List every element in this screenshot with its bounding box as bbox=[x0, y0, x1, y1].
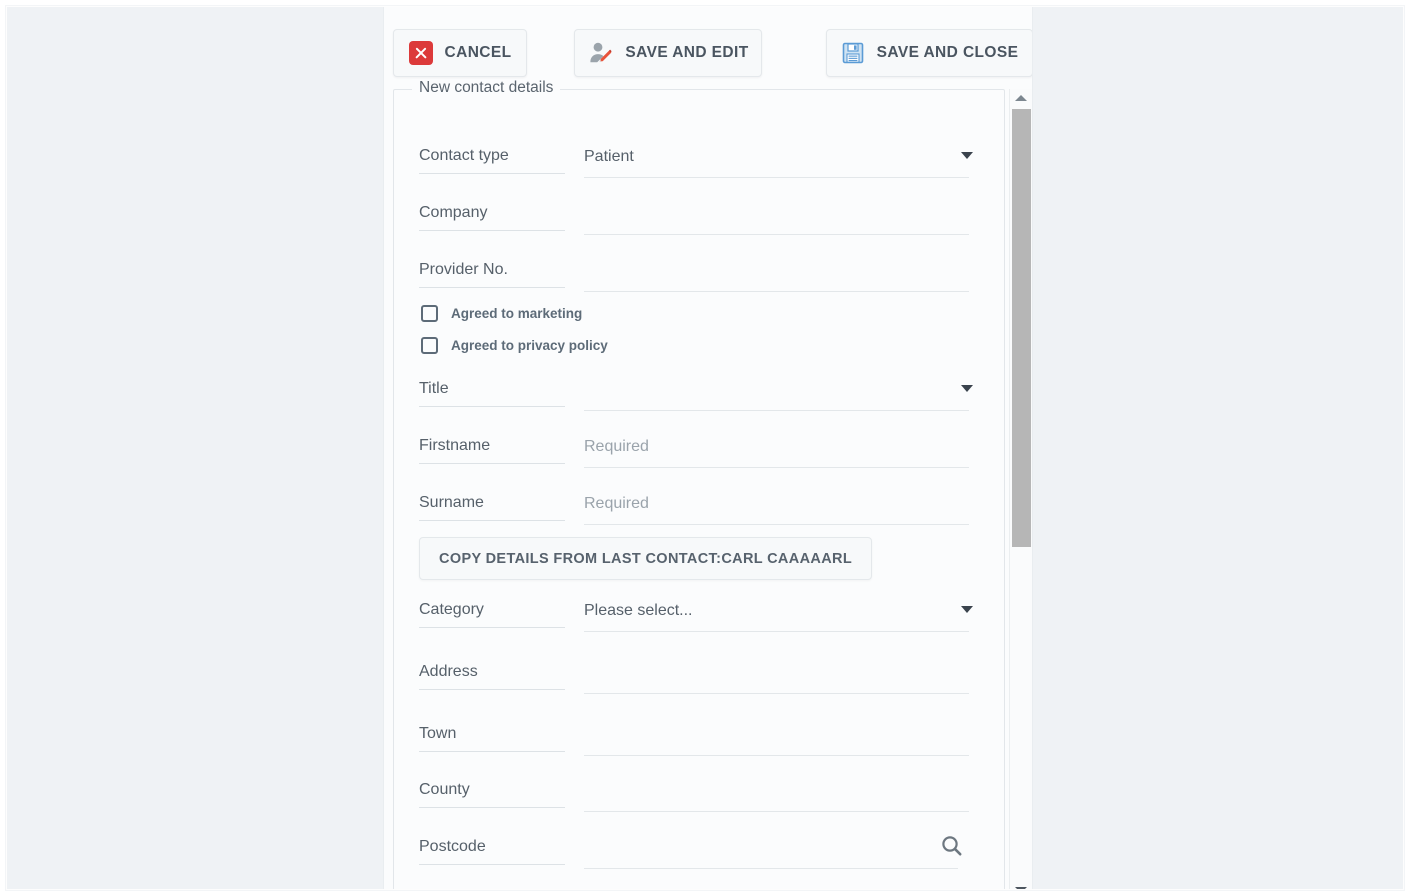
save-and-close-button-label: SAVE AND CLOSE bbox=[876, 44, 1019, 61]
field-row-postcode: Postcode bbox=[394, 833, 1006, 889]
checkbox-agreed-to-privacy-policy[interactable]: Agreed to privacy policy bbox=[421, 337, 608, 354]
town-input[interactable] bbox=[584, 722, 969, 756]
floppy-disk-save-icon bbox=[841, 41, 865, 65]
scroll-up-button[interactable] bbox=[1010, 89, 1032, 107]
town-label: Town bbox=[419, 722, 565, 752]
field-row-county: County bbox=[394, 778, 1006, 835]
contact-type-select[interactable]: Patient bbox=[584, 144, 969, 178]
chevron-down-icon[interactable] bbox=[961, 152, 973, 159]
fieldset-legend: New contact details bbox=[412, 79, 561, 97]
field-row-address: Address bbox=[394, 660, 1006, 717]
form-scrollbar[interactable] bbox=[1009, 89, 1032, 889]
firstname-input[interactable]: Required bbox=[584, 434, 969, 468]
chevron-down-icon[interactable] bbox=[961, 385, 973, 392]
app-background: CANCEL SAVE AND EDIT SAVE AND CLOSE New … bbox=[6, 6, 1404, 890]
postcode-label: Postcode bbox=[419, 835, 565, 865]
checkbox-box-icon bbox=[421, 337, 438, 354]
search-icon[interactable] bbox=[939, 833, 967, 861]
field-row-company: Company bbox=[394, 201, 1006, 258]
save-and-close-button[interactable]: SAVE AND CLOSE bbox=[826, 29, 1032, 77]
category-select[interactable]: Please select... bbox=[584, 598, 969, 632]
save-and-edit-button[interactable]: SAVE AND EDIT bbox=[574, 29, 762, 77]
field-row-firstname: Firstname Required bbox=[394, 434, 1006, 491]
scroll-down-button[interactable] bbox=[1010, 881, 1032, 889]
user-edit-icon bbox=[587, 40, 613, 66]
county-input[interactable] bbox=[584, 778, 969, 812]
company-label: Company bbox=[419, 201, 565, 231]
checkbox-box-icon bbox=[421, 305, 438, 322]
cancel-button[interactable]: CANCEL bbox=[393, 29, 527, 77]
county-label: County bbox=[419, 778, 565, 808]
category-label: Category bbox=[419, 598, 565, 628]
surname-label: Surname bbox=[419, 491, 565, 521]
checkbox-agreed-to-marketing[interactable]: Agreed to marketing bbox=[421, 305, 582, 322]
provider-no-label: Provider No. bbox=[419, 258, 565, 288]
save-and-edit-button-label: SAVE AND EDIT bbox=[625, 44, 749, 61]
checkbox-agreed-to-privacy-policy-label: Agreed to privacy policy bbox=[451, 338, 608, 353]
surname-input[interactable]: Required bbox=[584, 491, 969, 525]
field-row-contact-type: Contact type Patient bbox=[394, 144, 1006, 201]
triangle-down-icon bbox=[1015, 887, 1027, 889]
new-contact-dialog: CANCEL SAVE AND EDIT SAVE AND CLOSE New … bbox=[383, 7, 1033, 889]
close-icon bbox=[408, 41, 433, 65]
firstname-label: Firstname bbox=[419, 434, 565, 464]
address-label: Address bbox=[419, 660, 565, 690]
contact-type-label: Contact type bbox=[419, 144, 565, 174]
triangle-up-icon bbox=[1015, 95, 1027, 101]
copy-details-from-last-contact-button[interactable]: COPY DETAILS FROM LAST CONTACT:CARL CAAA… bbox=[419, 537, 873, 580]
checkbox-agreed-to-marketing-label: Agreed to marketing bbox=[451, 306, 583, 321]
provider-no-input[interactable] bbox=[584, 258, 969, 292]
field-row-town: Town bbox=[394, 722, 1006, 779]
field-row-title: Title bbox=[394, 377, 1006, 434]
title-label: Title bbox=[419, 377, 565, 407]
new-contact-details-fieldset: New contact details Contact type Patient… bbox=[393, 79, 1006, 889]
dialog-toolbar: CANCEL SAVE AND EDIT SAVE AND CLOSE bbox=[384, 7, 1032, 85]
address-input[interactable] bbox=[584, 660, 969, 694]
title-select[interactable] bbox=[584, 377, 969, 411]
postcode-input[interactable] bbox=[584, 835, 958, 869]
cancel-button-label: CANCEL bbox=[444, 44, 512, 61]
scrollbar-thumb[interactable] bbox=[1012, 109, 1031, 547]
copy-details-button-label: COPY DETAILS FROM LAST CONTACT:CARL CAAA… bbox=[439, 550, 853, 567]
chevron-down-icon[interactable] bbox=[961, 606, 973, 613]
field-row-category: Category Please select... bbox=[394, 598, 1006, 655]
company-input[interactable] bbox=[584, 201, 969, 235]
